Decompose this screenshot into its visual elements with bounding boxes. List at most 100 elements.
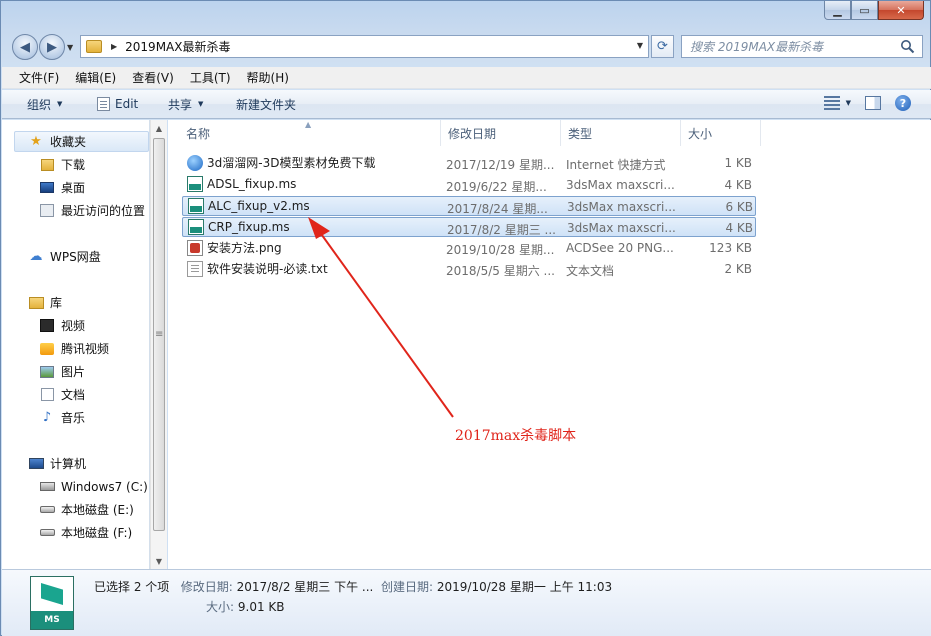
- recent-pages-dropdown[interactable]: ▼: [67, 43, 73, 52]
- search-input[interactable]: 搜索 2019MAX最新杀毒: [690, 38, 823, 55]
- nav-item-label: 最近访问的位置: [61, 204, 146, 218]
- menu-tools[interactable]: 工具(T): [182, 69, 239, 86]
- address-bar[interactable]: ▶ 2019MAX最新杀毒 ▼: [80, 35, 649, 58]
- nav-item-videos[interactable]: 视频: [39, 315, 85, 336]
- edit-button[interactable]: Edit: [97, 90, 138, 118]
- nav-item-drive-f[interactable]: 本地磁盘 (F:): [39, 522, 132, 543]
- column-size[interactable]: 大小: [681, 120, 761, 146]
- column-name[interactable]: 名称: [179, 120, 441, 146]
- desktop-icon: [39, 180, 55, 196]
- toolbar-right: ▼ ?: [823, 95, 911, 111]
- music-note-icon: ♪: [42, 410, 52, 425]
- back-button[interactable]: ◀: [12, 34, 38, 60]
- nav-item-label: 音乐: [61, 411, 86, 425]
- menu-edit[interactable]: 编辑(E): [67, 69, 124, 86]
- video-icon: [39, 318, 55, 334]
- documents-icon: [39, 387, 55, 403]
- nav-item-desktop[interactable]: 桌面: [39, 177, 85, 198]
- tencent-video-icon: [39, 341, 55, 357]
- pictures-icon: [39, 364, 55, 380]
- new-folder-label: 新建文件夹: [236, 97, 297, 112]
- share-label: 共享: [168, 97, 193, 112]
- nav-favorites-label: 收藏夹: [50, 135, 87, 149]
- file-row-selected[interactable]: ALC_fixup_v2.ms 2017/8/24 星期... 3dsMax m…: [182, 196, 756, 216]
- menu-file[interactable]: 文件(F): [2, 69, 67, 86]
- maxscript-large-icon: MS: [30, 576, 74, 630]
- address-dropdown-icon[interactable]: ▼: [637, 41, 643, 50]
- file-size: 4 KB: [725, 221, 753, 235]
- help-icon[interactable]: ?: [895, 95, 911, 111]
- file-row[interactable]: ADSL_fixup.ms 2019/6/22 星期... 3dsMax max…: [182, 175, 756, 195]
- nav-item-downloads[interactable]: 下载: [39, 154, 85, 175]
- document-icon: [97, 97, 110, 111]
- menu-help[interactable]: 帮助(H): [239, 69, 297, 86]
- file-type: 3dsMax maxscri...: [566, 178, 675, 192]
- url-icon: [187, 154, 203, 171]
- modified-label: 修改日期:: [180, 580, 233, 594]
- arrow-right-icon: ▶: [47, 39, 57, 55]
- nav-favorites[interactable]: ★ 收藏夹: [14, 131, 149, 152]
- maximize-button[interactable]: ▭: [851, 1, 878, 20]
- organize-button[interactable]: 组织 ▼: [27, 90, 62, 118]
- file-row[interactable]: 安装方法.png 2019/10/28 星期... ACDSee 20 PNG.…: [182, 238, 756, 258]
- hard-drive-icon: [39, 525, 55, 541]
- share-button[interactable]: 共享 ▼: [168, 90, 203, 118]
- file-row[interactable]: 软件安装说明-必读.txt 2018/5/5 星期六 ... 文本文档 2 KB: [182, 259, 756, 279]
- search-icon[interactable]: [900, 39, 915, 54]
- file-row[interactable]: 3d溜溜网-3D模型素材免费下载 2017/12/19 星期... Intern…: [182, 153, 756, 173]
- nav-item-documents[interactable]: 文档: [39, 384, 85, 405]
- address-path[interactable]: 2019MAX最新杀毒: [125, 38, 230, 55]
- selected-count: 已选择 2 个项: [94, 580, 170, 594]
- scroll-up-icon[interactable]: ▲: [151, 120, 167, 136]
- scroll-down-icon[interactable]: ▼: [151, 553, 167, 569]
- file-size: 6 KB: [725, 200, 753, 214]
- minimize-button[interactable]: ▁: [824, 1, 851, 20]
- forward-button[interactable]: ▶: [39, 34, 65, 60]
- change-view-button[interactable]: ▼: [823, 96, 851, 110]
- breadcrumb-arrow-icon[interactable]: ▶: [111, 42, 117, 51]
- nav-item-recent[interactable]: 最近访问的位置: [39, 200, 145, 221]
- menu-view[interactable]: 查看(V): [124, 69, 182, 86]
- file-name: ADSL_fixup.ms: [207, 177, 297, 191]
- nav-item-label: 桌面: [61, 181, 86, 195]
- column-type-label: 类型: [568, 126, 593, 141]
- refresh-button[interactable]: ⟳: [651, 35, 674, 58]
- txt-icon: [187, 260, 203, 277]
- dropdown-arrow-icon: ▼: [57, 100, 63, 108]
- close-button[interactable]: ✕: [878, 1, 924, 20]
- file-size: 4 KB: [724, 178, 752, 192]
- caption-buttons: ▁ ▭ ✕: [824, 1, 924, 21]
- nav-wps-label: WPS网盘: [50, 250, 101, 264]
- nav-item-drive-e[interactable]: 本地磁盘 (E:): [39, 499, 134, 520]
- file-date: 2017/8/2 星期三 ...: [447, 223, 556, 237]
- nav-item-tencent-video[interactable]: 腾讯视频: [39, 338, 109, 359]
- search-box[interactable]: 搜索 2019MAX最新杀毒: [681, 35, 923, 58]
- nav-item-label: 文档: [61, 388, 86, 402]
- modified-value: 2017/8/2 星期三 下午 ...: [236, 580, 374, 594]
- file-name: 3d溜溜网-3D模型素材免费下载: [207, 156, 376, 170]
- nav-computer[interactable]: 计算机: [28, 453, 86, 474]
- nav-item-label: 视频: [61, 319, 86, 333]
- file-type: 3dsMax maxscri...: [567, 221, 676, 235]
- column-size-label: 大小: [688, 126, 713, 141]
- details-summary: 已选择 2 个项 修改日期: 2017/8/2 星期三 下午 ... 创建日期:…: [94, 578, 612, 595]
- nav-item-pictures[interactable]: 图片: [39, 361, 85, 382]
- file-size: 1 KB: [724, 156, 752, 170]
- file-date: 2019/6/22 星期...: [446, 180, 547, 194]
- file-name: 软件安装说明-必读.txt: [207, 262, 328, 276]
- column-date[interactable]: 修改日期: [441, 120, 561, 146]
- new-folder-button[interactable]: 新建文件夹: [236, 90, 296, 118]
- annotation-label: 2017max杀毒脚本: [455, 428, 577, 444]
- column-type[interactable]: 类型: [561, 120, 681, 146]
- nav-item-music[interactable]: ♪ 音乐: [39, 407, 85, 428]
- nav-libraries[interactable]: 库: [28, 292, 62, 313]
- file-row-selected[interactable]: CRP_fixup.ms 2017/8/2 星期三 ... 3dsMax max…: [182, 217, 756, 237]
- file-date: 2017/8/24 星期...: [447, 202, 548, 216]
- nav-wps-drive[interactable]: ☁ WPS网盘: [28, 246, 101, 267]
- scrollbar-thumb[interactable]: [153, 138, 165, 531]
- preview-pane-icon[interactable]: [865, 96, 881, 110]
- nav-item-drive-c[interactable]: Windows7 (C:): [39, 476, 148, 497]
- recent-places-icon: [39, 203, 55, 219]
- navigation-scrollbar[interactable]: ▲ ▼: [150, 120, 167, 569]
- downloads-folder-icon: [39, 157, 55, 173]
